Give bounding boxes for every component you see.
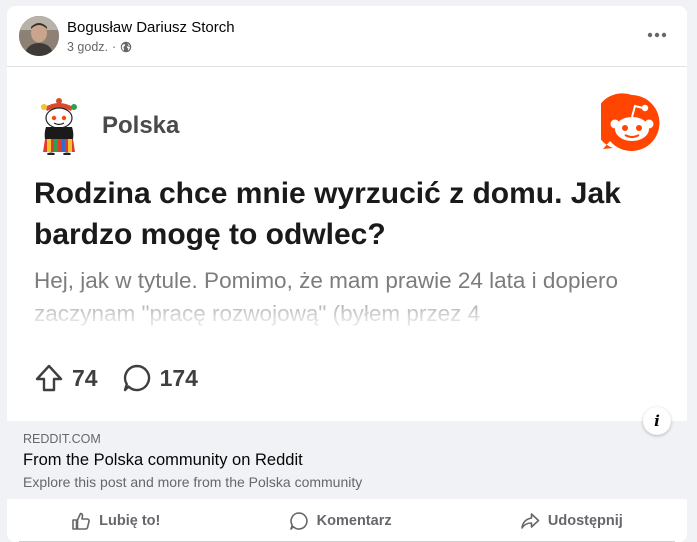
link-domain: REDDIT.COM <box>23 432 101 446</box>
post-stats: 74 174 <box>34 363 222 393</box>
comment-stat: 174 <box>122 363 198 393</box>
avatar[interactable] <box>19 16 59 56</box>
post-time[interactable]: 3 godz. <box>67 40 108 54</box>
upvote-stat: 74 <box>34 363 98 393</box>
info-button[interactable]: i <box>643 407 671 435</box>
link-preview-image[interactable]: Polska Rodzina chce mnie wyrzucić z domu… <box>7 66 687 422</box>
speech-bubble-icon <box>123 364 150 392</box>
upvote-arrow-icon <box>35 364 63 392</box>
link-title[interactable]: From the Polska community on Reddit <box>23 451 303 470</box>
comment-button[interactable]: Komentarz <box>277 505 404 537</box>
subreddit-name: Polska <box>102 112 180 139</box>
globe-icon <box>120 41 132 53</box>
author-name[interactable]: Bogusław Dariusz Storch <box>67 19 235 36</box>
post-body-excerpt: Hej, jak w tytule. Pomimo, że mam prawie… <box>34 268 618 326</box>
link-description: Explore this post and more from the Pols… <box>23 474 363 490</box>
link-meta[interactable]: REDDIT.COM From the Polska community on … <box>7 421 687 499</box>
like-label: Lubię to! <box>99 512 161 529</box>
comment-label: Komentarz <box>316 512 392 529</box>
comment-icon <box>289 511 308 530</box>
reddit-logo-icon <box>601 93 660 151</box>
share-button[interactable]: Udostępnij <box>508 505 635 537</box>
share-label: Udostępnij <box>547 512 623 529</box>
post-title: Rodzina chce mnie wyrzucić z domu. Jak b… <box>34 177 621 251</box>
share-icon <box>521 512 540 529</box>
post-header: Bogusław Dariusz Storch 3 godz. · <box>7 6 687 66</box>
thumbs-up-icon <box>72 512 91 530</box>
meta-separator: · <box>112 40 117 54</box>
more-options-button[interactable] <box>639 23 675 47</box>
post-actions: Lubię to! Komentarz Udostępnij <box>7 499 687 542</box>
comment-count: 174 <box>159 364 198 391</box>
ellipsis-icon <box>647 32 667 38</box>
upvote-count: 74 <box>72 364 98 391</box>
like-button[interactable]: Lubię to! <box>59 505 172 537</box>
post-card: Bogusław Dariusz Storch 3 godz. · Polska… <box>7 6 687 542</box>
post-meta: 3 godz. · <box>67 40 132 54</box>
subreddit-icon <box>41 98 77 155</box>
